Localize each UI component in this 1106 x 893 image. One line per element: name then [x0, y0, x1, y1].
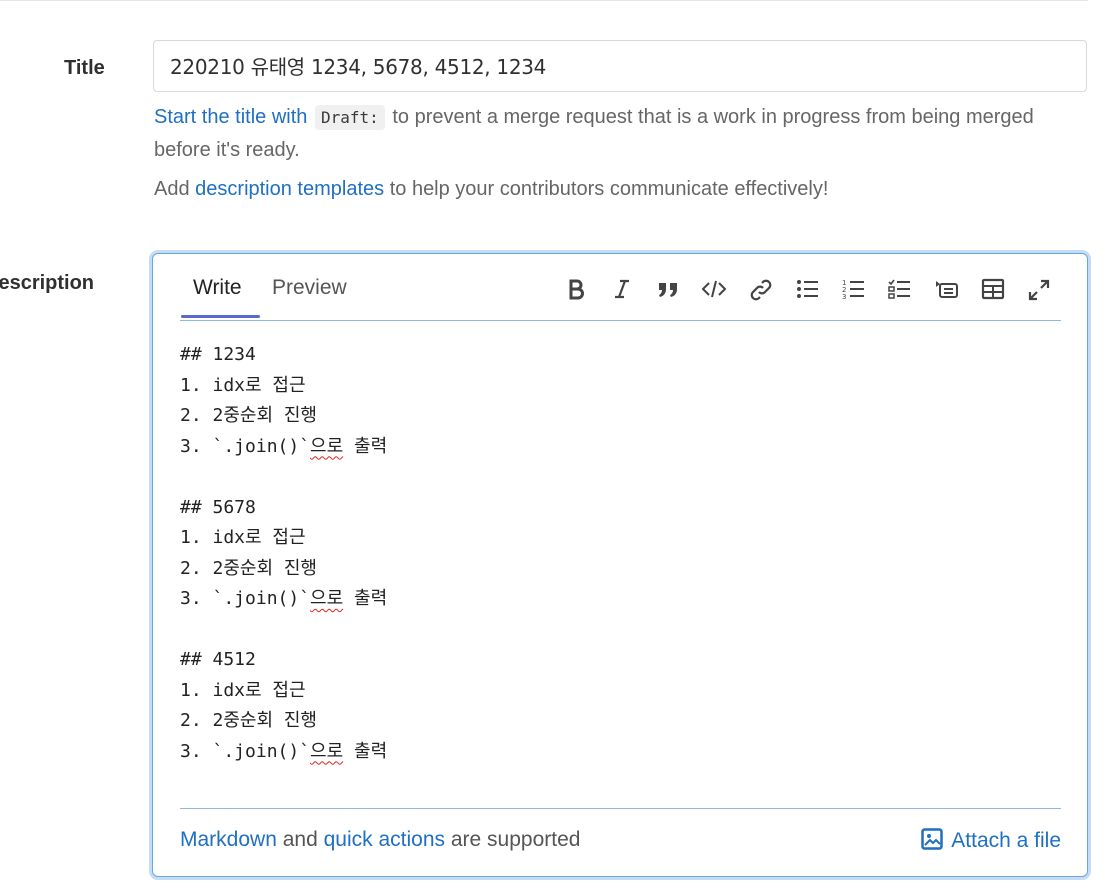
- footer-supported: are supported: [450, 828, 581, 851]
- tab-write[interactable]: Write: [193, 276, 242, 300]
- quick-actions-link[interactable]: quick actions: [324, 828, 445, 851]
- code-icon[interactable]: [699, 274, 729, 306]
- footer-and: and: [282, 828, 318, 851]
- templates-hint-pre: Add: [154, 178, 190, 200]
- table-icon[interactable]: [978, 274, 1008, 306]
- description-templates-link[interactable]: description templates: [195, 178, 384, 200]
- spellcheck-word: 으로: [310, 435, 344, 457]
- numbered-list-icon[interactable]: 123: [839, 274, 869, 306]
- spellcheck-word: 으로: [310, 740, 344, 762]
- footer-divider: [180, 808, 1061, 809]
- draft-hint: Start the title with Draft: to prevent a…: [154, 101, 1084, 167]
- templates-hint-post: to help your contributors communicate ef…: [389, 178, 829, 200]
- title-input[interactable]: 220210 유태영 1234, 5678, 4512, 1234: [153, 40, 1087, 92]
- editor-line: 1. idx로 접근: [180, 527, 306, 548]
- editor-line: ## 5678: [180, 496, 256, 518]
- editor-footer: Markdown and quick actions are supported: [180, 828, 580, 852]
- bold-icon[interactable]: [561, 274, 591, 306]
- description-textarea[interactable]: ## 1234 1. idx로 접근 2. 2중순회 진행 3. `.join()`으…: [180, 340, 1060, 800]
- editor-line: 3. `.join()`으로 출력: [180, 588, 388, 609]
- top-divider: [0, 0, 1088, 1]
- draft-hint-link[interactable]: Start the title with: [154, 106, 307, 128]
- tab-preview[interactable]: Preview: [272, 276, 347, 300]
- bullet-list-icon[interactable]: [793, 274, 823, 306]
- editor-line: 3. `.join()`으로 출력: [180, 740, 388, 762]
- quote-icon[interactable]: [653, 274, 683, 306]
- attach-file-button[interactable]: Attach a file: [921, 828, 1061, 856]
- editor-line: ## 1234: [180, 344, 256, 365]
- editor-line: ## 4512: [180, 649, 256, 670]
- editor-line: 1. idx로 접근: [180, 679, 306, 701]
- fullscreen-icon[interactable]: [1024, 274, 1054, 306]
- markdown-link[interactable]: Markdown: [180, 828, 277, 851]
- spellcheck-word: 으로: [310, 588, 344, 609]
- editor-line: 2. 2중순회 진행: [180, 405, 317, 426]
- title-label: Title: [64, 57, 105, 79]
- task-list-icon[interactable]: [885, 274, 915, 306]
- collapsible-icon[interactable]: [932, 274, 962, 306]
- editor-line: 2. 2중순회 진행: [180, 557, 317, 579]
- draft-code: Draft:: [314, 105, 385, 130]
- italic-icon[interactable]: [607, 274, 637, 306]
- attach-file-label: Attach a file: [951, 829, 1061, 852]
- editor-line: 3. `.join()`으로 출력: [180, 435, 388, 457]
- editor-line: 2. 2중순회 진행: [180, 710, 317, 731]
- description-editor: Write Preview 123 ## 1234 1. idx로 접근 2. 2중…: [152, 253, 1088, 877]
- link-icon[interactable]: [746, 274, 776, 306]
- image-icon: [921, 828, 944, 856]
- svg-text:3: 3: [842, 293, 846, 300]
- editor-line: 1. idx로 접근: [180, 374, 306, 396]
- description-label: Description: [0, 272, 95, 294]
- toolbar-divider: [180, 320, 1061, 321]
- templates-hint: Add description templates to help your c…: [154, 173, 828, 206]
- active-tab-indicator: [181, 315, 260, 318]
